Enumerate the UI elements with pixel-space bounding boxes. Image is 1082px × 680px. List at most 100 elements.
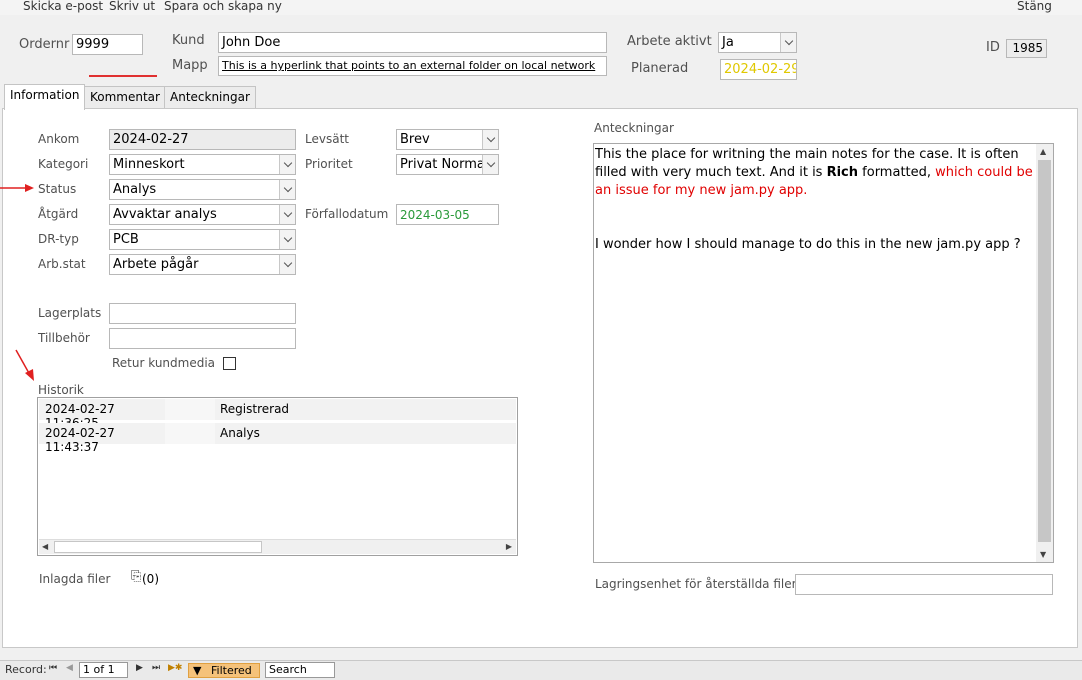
notes-paragraph-2: I wonder how I should manage to do this … [595, 237, 1021, 252]
send-email-menu[interactable]: Skicka e-post [23, 0, 103, 13]
levsatt-value: Brev [400, 132, 430, 147]
historik-label: Historik [38, 383, 84, 397]
print-menu[interactable]: Skriv ut [109, 0, 155, 13]
forfallodatum-field[interactable]: 2024-03-05 [396, 204, 499, 225]
scroll-left-icon[interactable]: ◀ [42, 542, 48, 551]
record-label: Record: [5, 663, 47, 676]
prev-record-icon[interactable]: ◀ [66, 663, 73, 673]
history-event: Registrerad [215, 399, 516, 420]
id-field: 1985 [1006, 39, 1047, 58]
arbete-aktivt-value: Ja [722, 35, 734, 50]
arbstat-combo[interactable]: Arbete pågår [109, 254, 296, 275]
chevron-down-icon[interactable] [482, 130, 498, 149]
save-new-menu[interactable]: Spara och skapa ny [164, 0, 282, 13]
drtyp-value: PCB [113, 232, 139, 247]
close-menu[interactable]: Stäng [1017, 0, 1052, 13]
prioritet-combo[interactable]: Privat Normal [396, 154, 499, 175]
arrow-annotation-icon [0, 184, 34, 192]
atgard-combo[interactable]: Avvaktar analys [109, 204, 296, 225]
chevron-down-icon[interactable] [279, 155, 295, 174]
chevron-down-icon[interactable] [279, 230, 295, 249]
scroll-up-icon[interactable]: ▲ [1040, 147, 1046, 156]
first-record-icon[interactable]: ⏮ [49, 663, 57, 673]
historik-list[interactable]: 2024-02-27 11:36:25 Registrerad 2024-02-… [37, 397, 518, 556]
history-time: 2024-02-27 11:43:37 [39, 423, 165, 454]
id-label: ID [986, 40, 1000, 55]
chevron-down-icon[interactable] [279, 205, 295, 224]
next-record-icon[interactable]: ▶ [136, 663, 143, 673]
history-time: 2024-02-27 11:36:25 [39, 399, 165, 430]
red-underline [89, 75, 157, 77]
inlagda-filer-count: (0) [142, 572, 159, 586]
chevron-down-icon[interactable] [279, 180, 295, 199]
forfallodatum-label: Förfallodatum [305, 207, 389, 221]
chevron-down-icon[interactable] [482, 155, 498, 174]
kund-field[interactable]: John Doe [218, 32, 607, 53]
paperclip-icon[interactable]: ⎘ [131, 569, 141, 584]
chevron-down-icon[interactable] [279, 255, 295, 274]
atgard-value: Avvaktar analys [113, 207, 217, 222]
notes-richtext[interactable]: This the place for writning the main not… [593, 143, 1054, 563]
lagerplats-label: Lagerplats [38, 306, 102, 320]
arbstat-label: Arb.stat [38, 257, 86, 271]
kund-label: Kund [172, 33, 205, 48]
notes-paragraph-1: This the place for writning the main not… [595, 147, 1033, 198]
ordernr-label: Ordernr [19, 37, 70, 52]
status-label: Status [38, 182, 77, 196]
levsatt-label: Levsätt [305, 132, 349, 146]
arbstat-value: Arbete pågår [113, 257, 199, 272]
retur-checkbox[interactable] [223, 357, 236, 370]
kategori-value: Minneskort [113, 157, 185, 172]
new-record-icon[interactable]: ▶✱ [168, 663, 182, 673]
retur-label: Retur kundmedia [112, 356, 216, 370]
status-combo[interactable]: Analys [109, 179, 296, 200]
levsatt-combo[interactable]: Brev [396, 129, 499, 150]
scroll-thumb[interactable] [54, 541, 262, 553]
list-item[interactable]: 2024-02-27 11:36:25 Registrerad [39, 399, 516, 430]
mapp-hyperlink[interactable]: This is a hyperlink that points to an ex… [218, 56, 607, 76]
tab-information[interactable]: Information [4, 84, 86, 110]
status-value: Analys [113, 182, 157, 197]
inlagda-filer-label: Inlagda filer [39, 572, 111, 586]
ordernr-field[interactable]: 9999 [72, 34, 143, 55]
tillbehor-field[interactable] [109, 328, 296, 349]
lagringsenhet-field[interactable] [795, 574, 1053, 595]
last-record-icon[interactable]: ⏭ [152, 663, 160, 673]
planerad-label: Planerad [631, 61, 689, 76]
chevron-down-icon[interactable] [780, 33, 796, 52]
menu-bar: Skicka e-post Skriv ut Spara och skapa n… [0, 0, 1082, 15]
record-position[interactable]: 1 of 1 [79, 662, 128, 678]
ankom-label: Ankom [38, 132, 80, 146]
arbete-aktivt-label: Arbete aktivt [627, 34, 712, 49]
lagerplats-field[interactable] [109, 303, 296, 324]
planerad-field[interactable]: 2024-02-29 [720, 59, 797, 80]
list-item[interactable]: 2024-02-27 11:43:37 Analys [39, 423, 516, 454]
filter-icon: ▼ [193, 664, 202, 677]
tab-anteckningar[interactable]: Anteckningar [164, 86, 256, 110]
mapp-label: Mapp [172, 58, 208, 73]
kategori-label: Kategori [38, 157, 89, 171]
drtyp-combo[interactable]: PCB [109, 229, 296, 250]
arrow-annotation-icon [15, 349, 34, 381]
lagringsenhet-label: Lagringsenhet för återställda filer [595, 577, 797, 591]
kategori-combo[interactable]: Minneskort [109, 154, 296, 175]
tillbehor-label: Tillbehör [38, 331, 90, 345]
scroll-down-icon[interactable]: ▼ [1040, 550, 1046, 559]
prioritet-label: Prioritet [305, 157, 353, 171]
history-event: Analys [215, 423, 516, 444]
drtyp-label: DR-typ [38, 232, 79, 246]
scroll-thumb[interactable] [1038, 160, 1051, 542]
tab-kommentar[interactable]: Kommentar [84, 86, 166, 110]
arbete-aktivt-combo[interactable]: Ja [718, 32, 797, 53]
search-input[interactable]: Search [265, 662, 335, 678]
record-navigation-bar: Record: ⏮ ◀ 1 of 1 ▶ ⏭ ▶✱ ▼ Filtered Sea… [0, 660, 1082, 680]
horizontal-scrollbar[interactable]: ◀ ▶ [39, 539, 516, 554]
prioritet-value: Privat Normal [400, 157, 489, 172]
vertical-scrollbar[interactable]: ▲ ▼ [1036, 144, 1053, 562]
scroll-right-icon[interactable]: ▶ [506, 542, 512, 551]
filter-label: Filtered [211, 664, 252, 677]
notes-label: Anteckningar [594, 121, 674, 135]
atgard-label: Åtgärd [38, 207, 79, 221]
filter-toggle[interactable]: ▼ Filtered [188, 663, 260, 678]
ankom-field: 2024-02-27 [109, 129, 296, 150]
